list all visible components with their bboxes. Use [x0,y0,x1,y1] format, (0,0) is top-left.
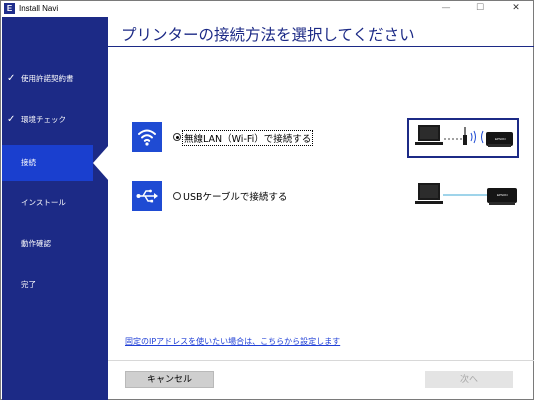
app-icon: E [4,3,15,14]
sidebar-item-operation-check: 動作確認 [2,226,108,262]
sidebar-item-connection: 接続 [2,145,108,181]
static-ip-setup-link[interactable]: 固定のIPアドレスを使いたい場合は、こちらから設定します [125,336,340,347]
wifi-option-icon-box[interactable] [132,122,162,152]
sidebar-item-label: 接続 [21,158,36,167]
printer-brand-label: EPSON [497,193,508,197]
usb-icon [136,189,158,203]
printer-brand-label: EPSON [495,137,506,141]
check-icon: ✓ [7,114,16,125]
sidebar-item-environment-check: ✓ 環境チェック [2,102,108,138]
maximize-button[interactable]: ☐ [467,1,493,17]
sidebar-item-complete: 完了 [2,267,108,303]
usb-connection-illustration: EPSON [407,177,519,217]
usb-radio[interactable] [173,192,181,200]
sidebar-item-label: 環境チェック [21,115,66,124]
footer-divider [108,360,534,361]
steps-sidebar: ✓ 使用許諾契約書 ✓ 環境チェック 接続 インストール 動作確認 完了 [2,17,109,400]
page-title: プリンターの接続方法を選択してください [121,26,415,44]
wifi-connection-illustration: EPSON [407,118,519,158]
title-divider [108,46,534,47]
next-button[interactable]: 次へ [425,371,513,388]
sidebar-item-label: 使用許諾契約書 [21,74,74,83]
close-button[interactable]: ✕ [503,1,529,17]
sidebar-item-license: ✓ 使用許諾契約書 [2,61,108,97]
install-navi-window: E Install Navi — ☐ ✕ ✓ 使用許諾契約書 ✓ 環境チェック … [0,0,534,400]
sidebar-item-label: インストール [21,198,66,207]
wifi-option-label[interactable]: 無線LAN（Wi-Fi）で接続する [182,130,314,146]
title-bar: E Install Navi — ☐ ✕ [1,1,533,17]
laptop-usb-printer-illustration [415,183,517,205]
check-icon: ✓ [7,73,16,84]
cancel-button[interactable]: キャンセル [125,371,214,388]
wifi-icon [138,129,156,146]
wifi-radio[interactable] [173,133,181,141]
minimize-button[interactable]: — [433,1,459,17]
usb-option-label[interactable]: USBケーブルで接続する [183,189,287,203]
usb-option-icon-box[interactable] [132,181,162,211]
sidebar-item-install: インストール [2,185,108,221]
sidebar-item-label: 動作確認 [21,239,51,248]
window-title: Install Navi [19,4,59,13]
sidebar-item-label: 完了 [21,280,36,289]
